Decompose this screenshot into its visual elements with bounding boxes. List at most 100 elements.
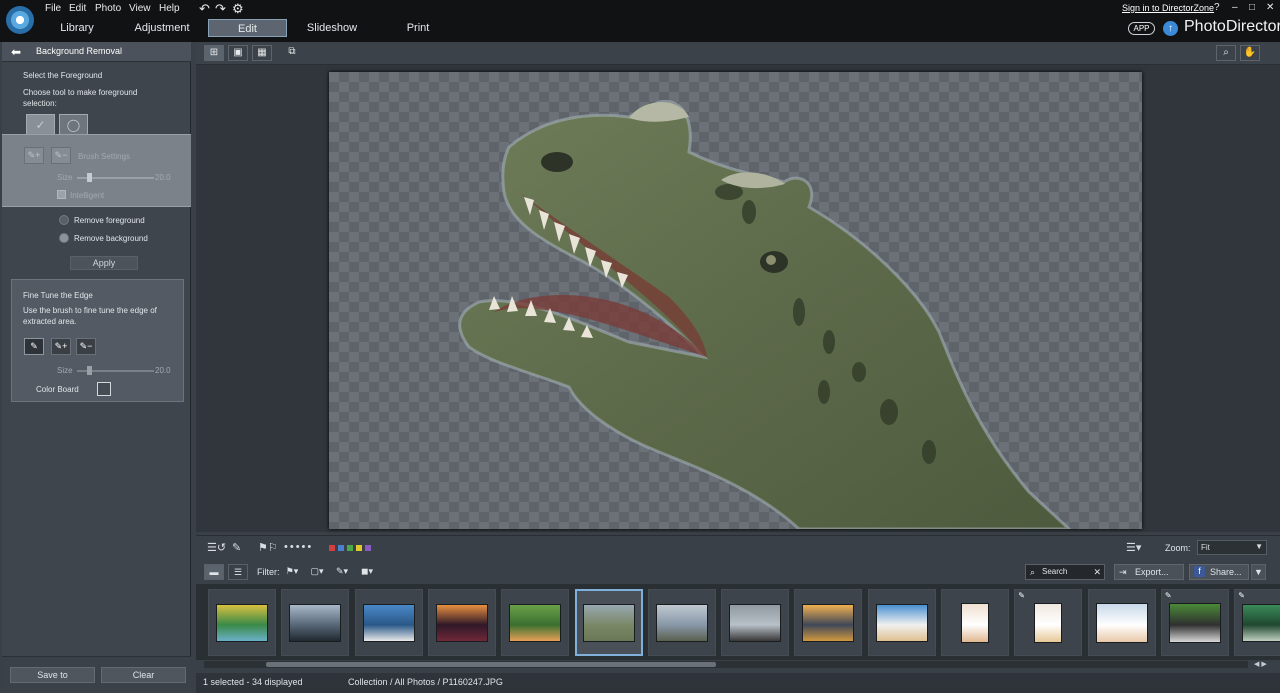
color-label-yellow[interactable]	[356, 545, 362, 551]
tab-library[interactable]: Library	[42, 19, 112, 37]
clear-button[interactable]: Clear	[101, 667, 186, 683]
filter-flag-icon[interactable]: ⚑▾	[281, 564, 303, 580]
list-view-icon[interactable]: ☰	[228, 564, 248, 580]
zoom-label: Zoom:	[1165, 543, 1191, 553]
tab-slideshow[interactable]: Slideshow	[297, 19, 367, 37]
undo-icon[interactable]: ↶	[199, 1, 210, 17]
menu-file[interactable]: File	[45, 3, 61, 14]
color-label-green[interactable]	[347, 545, 353, 551]
zoom-tool-icon[interactable]: ⌕	[1216, 45, 1236, 61]
refine-add-icon[interactable]: ✎+	[51, 338, 71, 355]
single-view-icon[interactable]: ▣	[228, 45, 248, 61]
maximize-button[interactable]: □	[1249, 2, 1255, 13]
export-button[interactable]: ⇥ Export...	[1114, 564, 1184, 580]
color-board-label: Color Board	[36, 385, 79, 394]
thumbnail[interactable]	[647, 589, 716, 656]
back-arrow-icon[interactable]: ⬅	[11, 45, 21, 59]
search-input[interactable]: ⌕ Search ✕	[1025, 564, 1105, 580]
lasso-tool-button[interactable]: ◯	[59, 114, 88, 135]
app-logo-icon	[6, 6, 34, 34]
redo-icon[interactable]: ↷	[215, 1, 226, 17]
zoom-value: Fit	[1201, 543, 1210, 552]
thumbnail[interactable]: ✎	[1014, 589, 1083, 656]
tab-print[interactable]: Print	[383, 19, 453, 37]
select-foreground-heading: Select the Foreground	[23, 71, 103, 80]
intelligent-checkbox[interactable]	[57, 190, 66, 199]
hand-tool-icon[interactable]: ✋	[1240, 45, 1260, 61]
star-rating-icon[interactable]: •••••	[284, 541, 313, 553]
fine-size-thumb[interactable]	[87, 366, 92, 375]
brush-size-slider[interactable]	[77, 173, 154, 182]
dinosaur-photo[interactable]	[329, 72, 1142, 529]
thumbnail[interactable]	[427, 589, 496, 656]
thumbnail[interactable]	[501, 589, 570, 656]
menu-edit[interactable]: Edit	[69, 3, 86, 14]
save-to-button[interactable]: Save to	[10, 667, 95, 683]
filter-label-icon[interactable]: ◼▾	[356, 564, 378, 580]
thumbnail[interactable]	[867, 589, 936, 656]
fine-size-value: 20.0	[155, 366, 171, 375]
color-label-purple[interactable]	[365, 545, 371, 551]
tab-edit[interactable]: Edit	[208, 19, 287, 37]
thumbnail[interactable]	[281, 589, 350, 656]
smart-brush-tool-button[interactable]: ✓	[26, 114, 55, 135]
thumbnail[interactable]	[941, 589, 1009, 656]
signin-link[interactable]: Sign in to DirectorZone	[1122, 3, 1214, 13]
thumbnail[interactable]	[574, 589, 643, 656]
sort-menu-icon[interactable]: ☰▾	[1126, 541, 1141, 554]
edit-pencil-icon[interactable]: ✎	[232, 541, 241, 554]
view-toolbar: ⊞ ▣ ▦ ⧉ ⌕ ✋	[196, 42, 1280, 65]
thumbnail-image	[1168, 602, 1221, 643]
color-label-red[interactable]	[329, 545, 335, 551]
thumbnail-image	[961, 602, 989, 643]
grid-view-icon[interactable]: ▦	[252, 45, 272, 61]
thumbnail[interactable]	[794, 589, 863, 656]
menu-photo[interactable]: Photo	[95, 3, 121, 14]
thumbnail[interactable]	[721, 589, 790, 656]
tab-adjustment[interactable]: Adjustment	[127, 19, 197, 37]
brush-subtract-icon[interactable]: ✎−	[51, 147, 71, 164]
filter-edit-icon[interactable]: ✎▾	[331, 564, 353, 580]
share-button[interactable]: f Share...	[1189, 564, 1249, 580]
rotate-icon[interactable]: ☰↺	[207, 541, 226, 554]
upgrade-icon[interactable]: ↑	[1163, 21, 1178, 36]
refine-subtract-icon[interactable]: ✎−	[76, 338, 96, 355]
export-label: Export...	[1135, 567, 1169, 577]
zoom-select[interactable]: Fit ▼	[1197, 540, 1267, 555]
compare-view-icon[interactable]: ⊞	[204, 45, 224, 61]
close-button[interactable]: ✕	[1266, 2, 1274, 13]
thumbnail[interactable]	[208, 589, 276, 656]
scrollbar-thumb[interactable]	[266, 662, 716, 667]
help-button[interactable]: ?	[1214, 2, 1220, 13]
remove-foreground-radio[interactable]	[59, 215, 69, 225]
menu-help[interactable]: Help	[159, 3, 180, 14]
thumbnail[interactable]: ✎	[1160, 589, 1229, 656]
flag-icon[interactable]: ⚑⚐	[258, 541, 278, 554]
fine-size-slider[interactable]	[77, 366, 154, 375]
settings-icon[interactable]: ⚙	[232, 1, 244, 17]
remove-background-radio[interactable]	[59, 233, 69, 243]
thumbnail[interactable]: ✎	[1234, 589, 1280, 656]
share-dropdown-icon[interactable]: ▼	[1251, 564, 1266, 580]
brand-name: PhotoDirector	[1184, 18, 1280, 35]
brush-add-icon[interactable]: ✎+	[24, 147, 44, 164]
thumbnail-image	[655, 603, 708, 642]
scroll-arrows-icon[interactable]: ◀ ▶	[1254, 660, 1267, 668]
panel-header: ⬅ Background Removal	[2, 42, 191, 62]
minimize-button[interactable]: –	[1232, 2, 1238, 13]
filmstrip-view-icon[interactable]: ▬	[204, 564, 224, 580]
apply-button[interactable]: Apply	[70, 256, 138, 270]
secondary-display-icon[interactable]: ⧉	[282, 45, 302, 61]
clear-search-icon[interactable]: ✕	[1093, 565, 1101, 579]
color-board-swatch[interactable]	[97, 382, 111, 396]
brush-size-thumb[interactable]	[87, 173, 92, 182]
app-badge[interactable]: APP	[1128, 22, 1155, 35]
thumbnail[interactable]	[354, 589, 423, 656]
color-label-blue[interactable]	[338, 545, 344, 551]
thumbnail[interactable]	[1087, 589, 1156, 656]
filter-rating-icon[interactable]: ▢▾	[306, 564, 328, 580]
thumbnail-image	[1095, 602, 1148, 643]
eraser-brush-icon[interactable]: ✎	[24, 338, 44, 355]
filmstrip-scrollbar[interactable]	[204, 661, 1248, 668]
menu-view[interactable]: View	[129, 3, 151, 14]
